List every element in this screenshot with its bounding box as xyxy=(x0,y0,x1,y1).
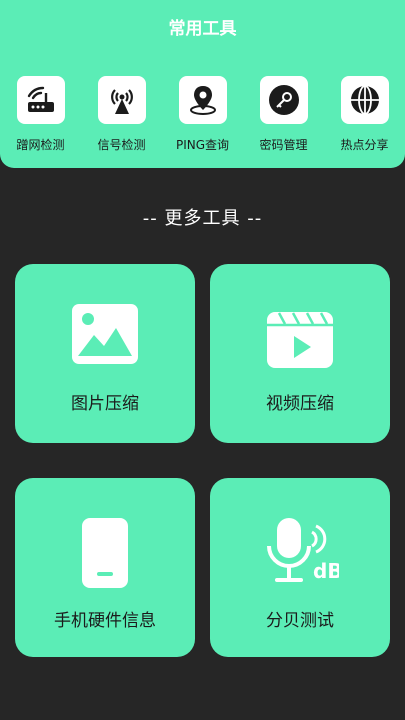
key-icon xyxy=(268,85,299,115)
tool-label: 热点分享 xyxy=(340,138,389,152)
tool-hotspot-share[interactable]: 热点分享 xyxy=(324,76,405,153)
tool-signal-check[interactable]: 信号检测 xyxy=(81,76,162,153)
card-label: 手机硬件信息 xyxy=(54,611,156,631)
signal-tower-icon xyxy=(110,89,133,114)
phone-icon xyxy=(82,518,128,588)
image-icon xyxy=(72,304,138,364)
card-label: 视频压缩 xyxy=(266,394,334,414)
microphone-db-icon: dB xyxy=(267,518,339,583)
tool-label: 信号检测 xyxy=(97,138,146,152)
common-tools-panel: 常用工具 蹭网检测 信号检测 PING查询 密码管理 热点分享 xyxy=(0,0,405,168)
router-icon xyxy=(27,86,54,112)
tool-label: 密码管理 xyxy=(259,138,308,152)
tool-label: PING查询 xyxy=(175,138,230,152)
video-compress-card[interactable]: 视频压缩 xyxy=(210,264,390,443)
tool-password-manager[interactable]: 密码管理 xyxy=(243,76,324,153)
svg-text:dB: dB xyxy=(313,559,339,583)
phone-hardware-info-card[interactable]: 手机硬件信息 xyxy=(15,478,195,657)
image-compress-card[interactable]: 图片压缩 xyxy=(15,264,195,443)
common-tools-title: 常用工具 xyxy=(168,19,237,39)
globe-icon xyxy=(350,85,379,115)
tool-label: 蹭网检测 xyxy=(16,138,65,152)
decibel-test-card[interactable]: dB 分贝测试 xyxy=(210,478,390,657)
card-label: 分贝测试 xyxy=(266,611,334,631)
tool-wifi-intruder-check[interactable]: 蹭网检测 xyxy=(0,76,81,153)
card-label: 图片压缩 xyxy=(71,394,139,414)
location-pin-icon xyxy=(189,86,216,115)
video-clapper-icon xyxy=(267,312,333,368)
more-tools-title: -- 更多工具 -- xyxy=(142,208,263,229)
tool-ping-query[interactable]: PING查询 xyxy=(162,76,243,153)
